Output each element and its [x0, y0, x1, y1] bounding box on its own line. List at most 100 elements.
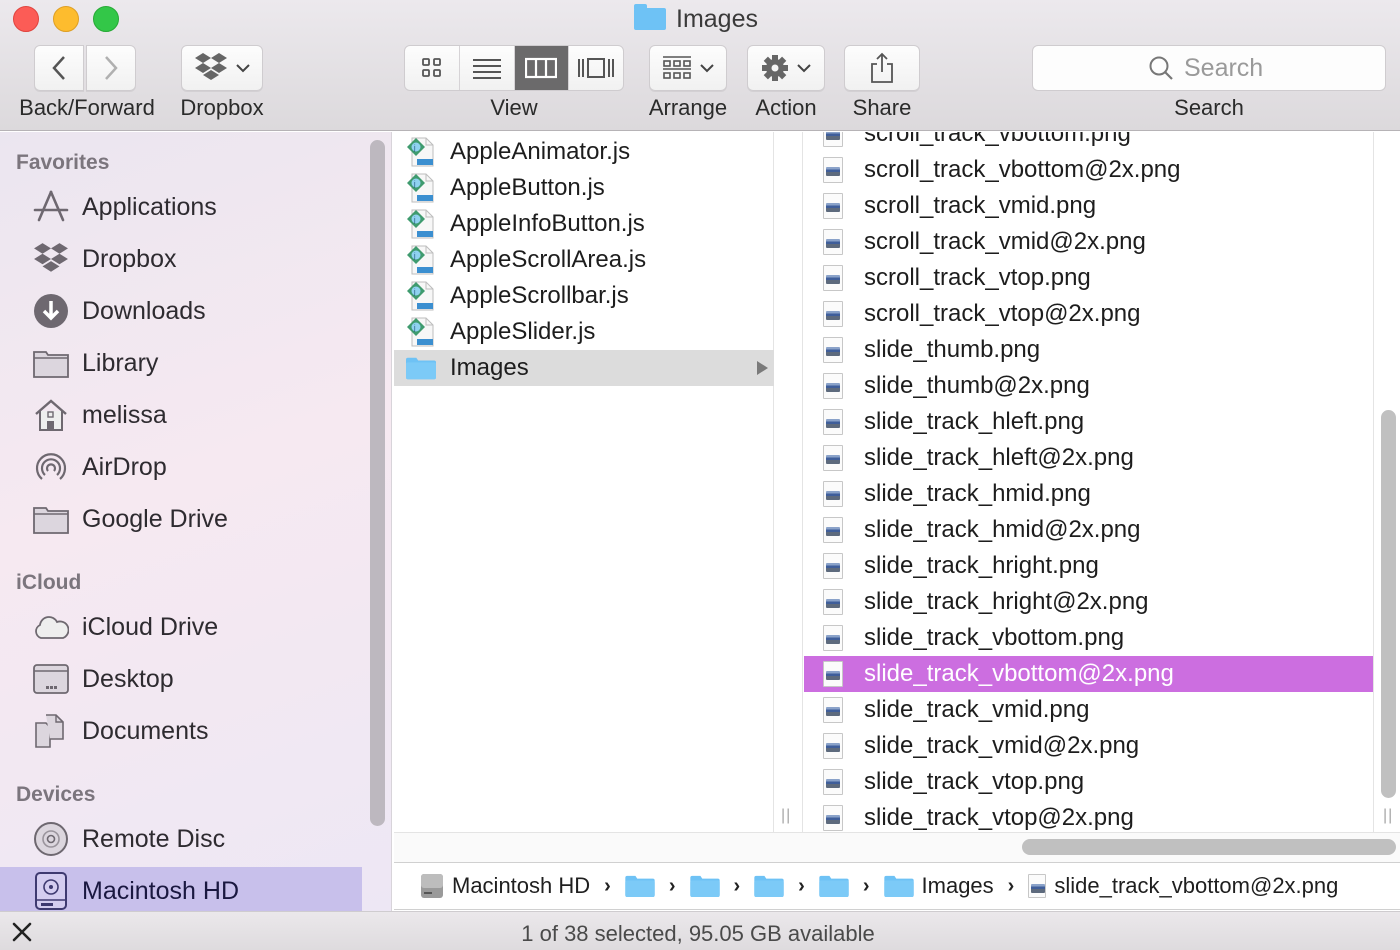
png-file-icon	[818, 370, 848, 402]
file-row[interactable]: slide_track_hmid@2x.png	[804, 512, 1373, 548]
chevron-right-icon: ›	[862, 874, 870, 897]
share-button[interactable]	[844, 45, 920, 91]
columns-icon	[525, 57, 558, 79]
sidebar-item-applications[interactable]: Applications	[0, 183, 362, 231]
grid-icon	[421, 58, 441, 77]
file-name: slide_thumb@2x.png	[864, 372, 1090, 399]
file-row[interactable]: slide_track_vtop@2x.png	[804, 800, 1373, 832]
sidebar-item-icloud-drive[interactable]: iCloud Drive	[0, 603, 362, 651]
png-file-icon	[818, 190, 848, 222]
svg-text:j: j	[413, 253, 416, 260]
file-row[interactable]: j AppleScrollArea.js	[394, 242, 774, 278]
hard-drive-icon	[33, 872, 69, 910]
path-crumb[interactable]	[625, 875, 655, 897]
file-name: slide_track_vtop.png	[864, 768, 1085, 795]
file-row[interactable]: slide_track_hleft.png	[804, 404, 1373, 440]
maximize-window-button[interactable]	[93, 6, 119, 32]
path-crumb[interactable]	[689, 875, 720, 897]
search-field[interactable]	[1032, 45, 1386, 91]
folder-icon	[883, 875, 914, 897]
documents-icon	[33, 713, 69, 749]
search-input[interactable]	[1184, 53, 1270, 83]
chevron-right-icon	[105, 56, 118, 80]
downloads-icon	[33, 293, 69, 329]
file-row[interactable]: slide_track_vbottom.png	[804, 620, 1373, 656]
png-file-icon	[818, 586, 848, 618]
png-file-icon	[818, 550, 848, 582]
sidebar-item-macintosh-hd[interactable]: Macintosh HD	[0, 867, 362, 915]
file-row[interactable]: scroll_track_vmid.png	[804, 188, 1373, 224]
column-resize-handle[interactable]: ||	[781, 807, 791, 825]
sidebar-item-documents[interactable]: Documents	[0, 707, 362, 755]
js-file-icon: j	[406, 208, 436, 240]
sidebar-item-dropbox[interactable]: Dropbox	[0, 235, 362, 283]
path-crumb[interactable]	[819, 875, 849, 897]
file-row[interactable]: j AppleAnimator.js	[394, 134, 774, 170]
sidebar-item-label: melissa	[82, 400, 167, 429]
sidebar-scrollbar[interactable]	[370, 140, 385, 826]
back-forward-label: Back/Forward	[19, 95, 155, 120]
file-row[interactable]: scroll_track_vmid@2x.png	[804, 224, 1373, 260]
sidebar-item-desktop[interactable]: Desktop	[0, 655, 362, 703]
folder-row[interactable]: Images	[394, 350, 774, 386]
file-row[interactable]: slide_track_hright.png	[804, 548, 1373, 584]
sidebar-item-google-drive[interactable]: Google Drive	[0, 495, 362, 543]
view-mode-column-button[interactable]	[514, 46, 570, 90]
file-row[interactable]: slide_track_hleft@2x.png	[804, 440, 1373, 476]
png-file-icon	[818, 514, 848, 546]
sidebar-item-downloads[interactable]: Downloads	[0, 287, 362, 335]
desktop-icon	[33, 661, 69, 697]
file-row[interactable]: slide_track_hright@2x.png	[804, 584, 1373, 620]
horizontal-scrollbar[interactable]	[1022, 839, 1396, 855]
sidebar-item-label: Macintosh HD	[82, 876, 239, 905]
file-row[interactable]: scroll_track_vtop@2x.png	[804, 296, 1373, 332]
arrange-label: Arrange	[648, 95, 728, 120]
sidebar-item-airdrop[interactable]: AirDrop	[0, 443, 362, 491]
sidebar-item-library[interactable]: Library	[0, 339, 362, 387]
png-file-icon	[818, 442, 848, 474]
file-row[interactable]: slide_thumb@2x.png	[804, 368, 1373, 404]
column-browser-pane-1: j AppleAnimator.js j AppleButton.js j AppleIn…	[394, 132, 774, 832]
path-crumb[interactable]	[754, 875, 784, 897]
close-window-button[interactable]	[13, 6, 39, 32]
file-row[interactable]: slide_track_vmid@2x.png	[804, 728, 1373, 764]
path-crumb[interactable]: Macintosh HD	[420, 873, 590, 899]
file-row[interactable]: slide_track_vtop.png	[804, 764, 1373, 800]
png-file-icon	[818, 298, 848, 330]
file-row[interactable]: slide_track_vmid.png	[804, 692, 1373, 728]
file-row[interactable]: j AppleInfoButton.js	[394, 206, 774, 242]
sidebar-item-melissa[interactable]: melissa	[0, 391, 362, 439]
sidebar-item-label: Documents	[82, 716, 209, 745]
path-crumb[interactable]: Images	[883, 873, 994, 899]
path-crumb[interactable]: slide_track_vbottom@2x.png	[1028, 873, 1338, 899]
sidebar-item-remote-disc[interactable]: Remote Disc	[0, 815, 362, 863]
minimize-window-button[interactable]	[53, 6, 79, 32]
file-row[interactable]: scroll_track_vbottom.png	[804, 132, 1373, 152]
view-mode-coverflow-button[interactable]	[569, 46, 623, 90]
file-row[interactable]: slide_thumb.png	[804, 332, 1373, 368]
column-resize-handle[interactable]: ||	[1383, 807, 1393, 825]
file-row[interactable]: slide_track_vbottom@2x.png	[804, 656, 1373, 692]
forward-button[interactable]	[86, 45, 136, 91]
png-file-icon	[1028, 874, 1047, 898]
js-file-icon: j	[406, 136, 436, 168]
file-row[interactable]: scroll_track_vbottom@2x.png	[804, 152, 1373, 188]
chevron-right-icon: ›	[798, 874, 805, 897]
file-row[interactable]: j AppleSlider.js	[394, 314, 774, 350]
file-row[interactable]: j AppleButton.js	[394, 170, 774, 206]
svg-text:j: j	[413, 289, 416, 296]
column-2-vertical-scrollbar[interactable]	[1381, 410, 1396, 798]
airdrop-icon	[33, 449, 69, 485]
dropbox-menu-button[interactable]	[181, 45, 263, 91]
sidebar-item-label: AirDrop	[82, 452, 167, 481]
view-mode-icon-button[interactable]	[405, 46, 460, 90]
file-row[interactable]: j AppleScrollbar.js	[394, 278, 774, 314]
back-button[interactable]	[34, 45, 84, 91]
action-menu-button[interactable]	[747, 45, 825, 91]
view-mode-list-button[interactable]	[460, 46, 515, 90]
file-row[interactable]: slide_track_hmid.png	[804, 476, 1373, 512]
file-name: scroll_track_vmid@2x.png	[864, 228, 1146, 255]
chevron-right-icon: ›	[604, 874, 611, 897]
arrange-menu-button[interactable]	[649, 45, 727, 91]
file-row[interactable]: scroll_track_vtop.png	[804, 260, 1373, 296]
